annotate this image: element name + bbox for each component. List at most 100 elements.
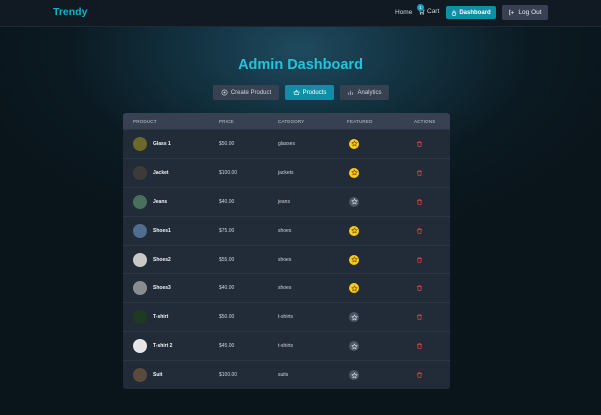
- product-thumbnail: [133, 252, 147, 267]
- product-thumbnail: [133, 194, 147, 209]
- product-thumbnail: [133, 368, 147, 383]
- col-header-featured: FEATURED: [347, 118, 373, 124]
- logout-icon: [509, 9, 515, 16]
- featured-toggle-star-icon[interactable]: [349, 196, 359, 207]
- delete-trash-icon[interactable]: [416, 227, 450, 235]
- bar-chart-icon: [348, 90, 354, 95]
- nav-cart-label: Cart: [427, 8, 440, 15]
- product-price: $100.00: [219, 372, 238, 379]
- dashboard-label: Dashboard: [459, 9, 491, 16]
- tab-label: Create Product: [230, 89, 272, 96]
- nav-home-link[interactable]: Home: [395, 9, 412, 16]
- tab-create-product[interactable]: Create Product: [213, 85, 279, 100]
- actions-cell: [414, 284, 450, 292]
- actions-cell: [414, 342, 450, 350]
- product-name: Suit: [153, 372, 163, 379]
- table-row: Glass 1 $50.00 glasses: [123, 129, 450, 158]
- col-header-product: PRODUCT: [133, 118, 157, 124]
- actions-cell: [414, 198, 450, 206]
- col-header-category: CATEGORY: [278, 118, 305, 124]
- actions-cell: [414, 371, 450, 379]
- dashboard-button[interactable]: Dashboard: [446, 6, 496, 19]
- delete-trash-icon[interactable]: [416, 342, 450, 350]
- product-category: glasses: [278, 140, 295, 147]
- product-name: Shoes3: [153, 285, 171, 292]
- logout-label: Log Out: [518, 9, 542, 16]
- product-category: shoes: [278, 285, 292, 292]
- product-price: $40.00: [219, 285, 235, 292]
- product-name: Glass 1: [153, 140, 171, 147]
- product-name: Jeans: [153, 198, 168, 205]
- featured-cell: [347, 196, 414, 207]
- tab-analytics[interactable]: Analytics: [340, 85, 389, 100]
- tab-bar: Create Product Products Analytics: [213, 85, 389, 100]
- product-category: t-shirts: [278, 343, 293, 350]
- featured-toggle-star-icon[interactable]: [349, 138, 359, 149]
- product-cell: Shoes2: [123, 252, 219, 267]
- featured-toggle-star-icon[interactable]: [349, 254, 359, 265]
- product-thumbnail: [133, 310, 147, 325]
- delete-trash-icon[interactable]: [416, 284, 450, 292]
- product-thumbnail: [133, 281, 147, 296]
- featured-cell: [347, 312, 414, 323]
- table-row: Jacket $100.00 jackets: [123, 157, 450, 187]
- product-thumbnail: [133, 165, 147, 180]
- page-title: Admin Dashboard: [238, 57, 363, 73]
- featured-toggle-star-icon[interactable]: [349, 167, 359, 178]
- product-name: Jacket: [153, 169, 169, 176]
- delete-trash-icon[interactable]: [416, 371, 450, 379]
- cart-count-badge: 1: [417, 4, 424, 11]
- actions-cell: [414, 140, 450, 148]
- product-category: shoes: [278, 256, 292, 263]
- logout-button[interactable]: Log Out: [502, 5, 548, 20]
- product-name: Shoes1: [153, 227, 171, 234]
- basket-icon: [293, 89, 300, 95]
- product-category: shoes: [278, 227, 292, 234]
- product-thumbnail: [133, 136, 147, 151]
- delete-trash-icon[interactable]: [416, 169, 450, 177]
- product-name: Shoes2: [153, 256, 171, 263]
- col-header-price: PRICE: [219, 118, 234, 124]
- table-row: Shoes1 $75.00 shoes: [123, 215, 450, 245]
- delete-trash-icon[interactable]: [416, 140, 450, 148]
- table-body: Glass 1 $50.00 glasses Jacket $100.00 jackets…: [123, 129, 450, 389]
- product-name: T-shirt 2: [153, 343, 173, 350]
- lock-icon: [452, 9, 457, 16]
- featured-toggle-star-icon[interactable]: [349, 225, 359, 236]
- product-price: $75.00: [219, 227, 235, 234]
- product-price: $100.00: [219, 169, 238, 176]
- product-category: jackets: [278, 169, 294, 176]
- featured-toggle-star-icon[interactable]: [349, 370, 359, 381]
- actions-cell: [414, 227, 450, 235]
- featured-toggle-star-icon[interactable]: [349, 283, 359, 294]
- delete-trash-icon[interactable]: [416, 198, 450, 206]
- product-thumbnail: [133, 223, 147, 238]
- delete-trash-icon[interactable]: [416, 313, 450, 321]
- product-cell: Shoes3: [123, 281, 219, 296]
- product-cell: T-shirt: [123, 310, 219, 325]
- product-category: jeans: [278, 198, 290, 205]
- featured-cell: [347, 225, 414, 236]
- tab-products[interactable]: Products: [285, 85, 334, 100]
- featured-cell: [347, 138, 414, 149]
- products-table: PRODUCT PRICE CATEGORY FEATURED ACTIONS …: [123, 113, 450, 389]
- featured-toggle-star-icon[interactable]: [349, 341, 359, 352]
- featured-toggle-star-icon[interactable]: [349, 312, 359, 323]
- table-row: T-shirt $50.00 t-shirts: [123, 302, 450, 331]
- tab-label: Products: [302, 89, 327, 96]
- product-name: T-shirt: [153, 314, 169, 321]
- nav-cart-link[interactable]: 1 Cart: [417, 4, 440, 15]
- table-header: PRODUCT PRICE CATEGORY FEATURED ACTIONS: [123, 113, 450, 129]
- product-thumbnail: [133, 339, 147, 354]
- table-row: T-shirt 2 $45.00 t-shirts: [123, 331, 450, 360]
- product-price: $45.00: [219, 343, 235, 350]
- actions-cell: [414, 313, 450, 321]
- col-header-actions: ACTIONS: [414, 118, 436, 124]
- product-price: $50.00: [219, 140, 235, 147]
- product-cell: T-shirt 2: [123, 339, 219, 354]
- featured-cell: [347, 283, 414, 294]
- product-cell: Shoes1: [123, 223, 219, 238]
- actions-cell: [414, 169, 450, 177]
- delete-trash-icon[interactable]: [416, 256, 450, 264]
- brand-logo[interactable]: Trendy: [53, 6, 87, 18]
